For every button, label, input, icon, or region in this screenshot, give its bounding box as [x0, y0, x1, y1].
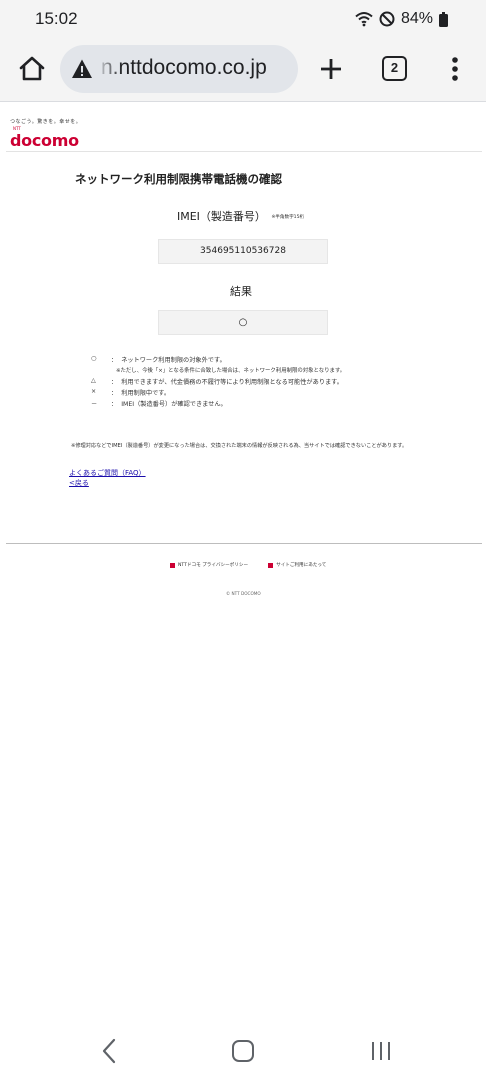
faq-link[interactable]: よくあるご質問（FAQ） [69, 468, 146, 478]
result-legend: ○ ： ネットワーク利用制限の対象外です。 ※ただし、今後「×」となる条件に合致… [91, 355, 345, 410]
legend-row: × ： 利用制限中です。 [91, 388, 345, 399]
back-link[interactable]: <戻る [69, 478, 89, 488]
browser-toolbar: n.nttdocomo.co.jp 2 [0, 40, 486, 102]
footer-link-privacy[interactable]: NTTドコモ プライバシーポリシー [170, 562, 248, 568]
legend-symbol: － [91, 401, 98, 408]
footer-divider [6, 543, 482, 544]
plus-icon[interactable] [316, 54, 346, 84]
legend-sep: ： [111, 357, 118, 364]
footer-link-terms[interactable]: サイトご利用にあたって [268, 562, 326, 568]
imei-label-text: IMEI（製造番号） [177, 210, 266, 223]
warning-icon[interactable] [71, 58, 93, 80]
status-bar: 15:02 84% [0, 0, 486, 40]
imei-label: IMEI（製造番号） ※半角数字15桁 [177, 208, 304, 224]
notice-text: ※修理対応などでIMEI（製造番号）が変更になった場合は、交換された端末の情報が… [71, 443, 408, 449]
legend-text: ※ただし、今後「×」となる条件に合致した場合は、ネットワーク利用制限の対象となり… [116, 368, 346, 374]
do-not-disturb-icon [379, 11, 395, 27]
legend-symbol: △ [91, 377, 96, 384]
imei-note: ※半角数字15桁 [271, 215, 305, 220]
page-title: ネットワーク利用制限携帯電話機の確認 [75, 172, 282, 186]
back-icon[interactable] [100, 1038, 118, 1064]
header-divider [6, 151, 482, 152]
tabs-button[interactable]: 2 [382, 56, 407, 81]
legend-symbol: × [91, 388, 97, 395]
legend-text: ネットワーク利用制限の対象外です。 [121, 357, 226, 364]
docomo-logo[interactable]: docomo [10, 131, 79, 150]
system-nav-bar [0, 1020, 486, 1080]
legend-text: 利用制限中です。 [121, 390, 171, 397]
address-bar[interactable]: n.nttdocomo.co.jp [60, 45, 298, 93]
legend-sep: ： [111, 390, 118, 397]
battery-percent: 84% [400, 10, 433, 27]
bullet-icon [170, 562, 175, 568]
legend-row: △ ： 利用できますが、代金債務の不履行等により利用制限となる可能性があります。 [91, 377, 345, 388]
home-nav-icon[interactable] [232, 1040, 254, 1062]
more-vert-icon[interactable] [449, 55, 461, 83]
legend-text: 利用できますが、代金債務の不履行等により利用制限となる可能性があります。 [121, 379, 343, 386]
legend-sep: ： [111, 379, 118, 386]
legend-symbol: ○ [91, 355, 97, 362]
legend-row-note: ※ただし、今後「×」となる条件に合致した場合は、ネットワーク利用制限の対象となり… [91, 366, 345, 377]
legend-row: ○ ： ネットワーク利用制限の対象外です。 [91, 355, 345, 366]
footer-link-label[interactable]: サイトご利用にあたって [276, 562, 326, 568]
status-icons: 84% [355, 10, 448, 28]
url-text[interactable]: n.nttdocomo.co.jp [101, 56, 267, 80]
result-label: 結果 [230, 285, 252, 298]
legend-sep: ： [111, 401, 118, 408]
imei-value-box: 354695110536728 [158, 239, 328, 264]
result-value-box: ○ [158, 310, 328, 335]
status-time: 15:02 [35, 9, 78, 28]
url-fade [96, 45, 122, 93]
battery-icon [439, 11, 448, 27]
footer-links: NTTドコモ プライバシーポリシー サイトご利用にあたって [170, 562, 326, 568]
wifi-icon [355, 12, 373, 27]
recents-icon[interactable] [370, 1040, 392, 1062]
tagline: つなごう。驚きを。幸せを。 [10, 119, 82, 125]
legend-row: － ： IMEI（製造番号）が確認できません。 [91, 399, 345, 410]
bullet-icon [268, 562, 274, 568]
legend-text: IMEI（製造番号）が確認できません。 [121, 401, 227, 408]
brand-header: つなごう。驚きを。幸せを。 [10, 118, 81, 125]
copyright: © NTT DOCOMO [226, 591, 261, 596]
footer-link-label[interactable]: NTTドコモ プライバシーポリシー [178, 562, 248, 568]
home-icon[interactable] [17, 54, 47, 84]
